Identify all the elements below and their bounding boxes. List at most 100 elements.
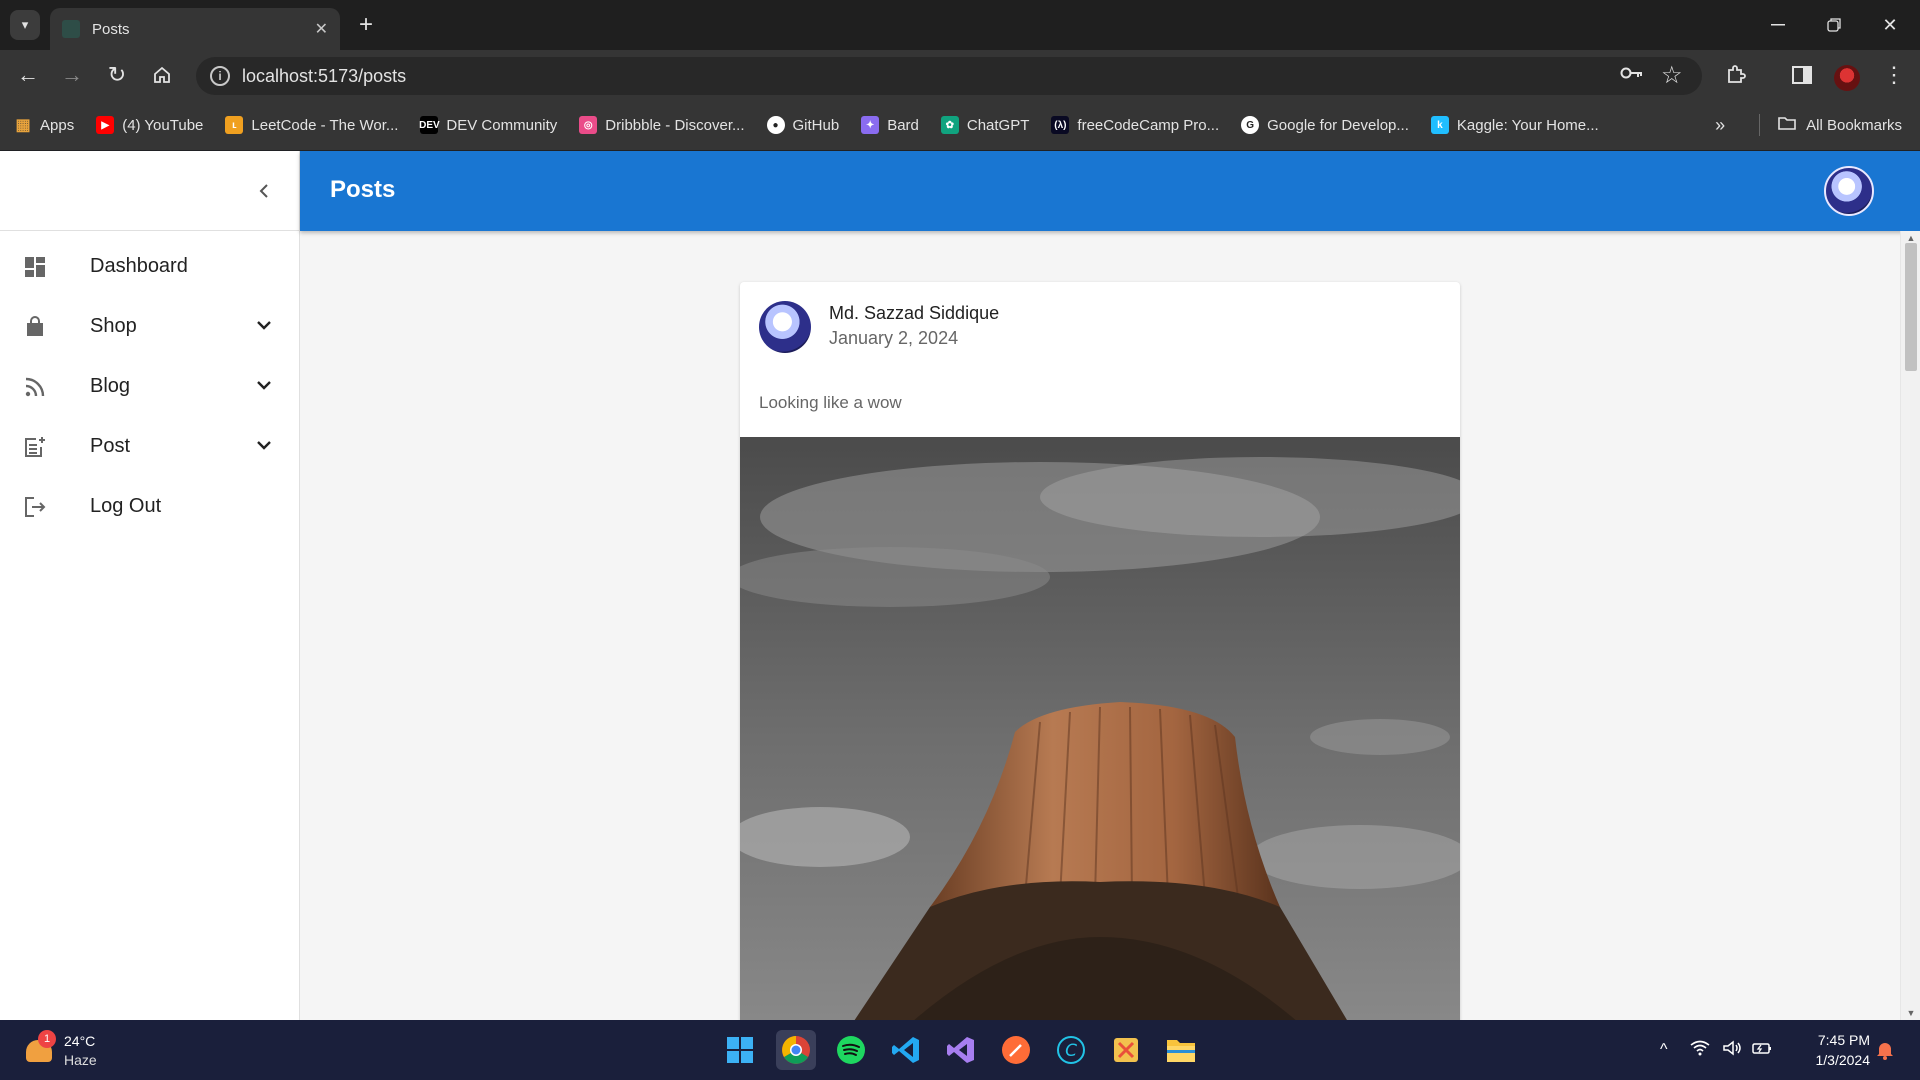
browser-toolbar: ← → ↻ i localhost:5173/posts ☆ ⋮	[0, 50, 1920, 100]
bookmark-item[interactable]: ✿ ChatGPT	[940, 116, 1029, 134]
restore-icon	[1827, 18, 1841, 32]
all-bookmarks-link[interactable]: All Bookmarks	[1806, 117, 1902, 134]
clock-date: 1/3/2024	[1815, 1052, 1871, 1068]
chevron-down-icon[interactable]	[254, 435, 274, 455]
browser-profile-avatar[interactable]	[1834, 65, 1860, 91]
user-avatar[interactable]	[1824, 166, 1874, 216]
collapse-sidebar-button[interactable]	[248, 175, 280, 207]
bookmark-item[interactable]: ✦ Bard	[861, 116, 919, 134]
scrollbar-thumb[interactable]	[1905, 243, 1917, 371]
bookmark-label: Apps	[40, 116, 75, 134]
extensions-button[interactable]	[1720, 59, 1752, 91]
sidebar-item-dashboard[interactable]: Dashboard	[0, 236, 299, 296]
taskbar-postman[interactable]	[996, 1030, 1036, 1070]
apps-grid-icon: ▦	[15, 117, 31, 134]
taskbar-file-explorer[interactable]	[1161, 1030, 1201, 1070]
sidebar-item-log-out[interactable]: Log Out	[0, 476, 299, 536]
url-text[interactable]: localhost:5173/posts	[242, 66, 406, 87]
app-bar: Posts	[300, 151, 1920, 231]
new-tab-button[interactable]: +	[352, 11, 380, 39]
tab-close-icon[interactable]: ✕	[315, 19, 328, 39]
scroll-up-icon[interactable]: ▲	[1905, 233, 1917, 243]
show-hidden-icons-chevron-icon[interactable]: ^	[1660, 1041, 1668, 1059]
c-letter-icon: C	[1057, 1036, 1085, 1064]
page-scrollbar[interactable]: ▲ ▼	[1900, 231, 1920, 1020]
bookmark-label: DEV Community	[446, 116, 558, 134]
dribbble-icon: ◎	[579, 116, 598, 134]
taskbar-vscode[interactable]	[886, 1030, 926, 1070]
post-card: Md. Sazzad Siddique January 2, 2024 Look…	[740, 282, 1460, 1020]
sidebar-item-blog[interactable]: Blog	[0, 356, 299, 416]
back-button[interactable]: ←	[12, 59, 44, 91]
start-button[interactable]	[720, 1030, 760, 1070]
bookmark-label: LeetCode - The Wor...	[251, 116, 399, 134]
taskbar-snipping-tool[interactable]	[1106, 1030, 1146, 1070]
bookmark-item[interactable]: ◎ Dribbble - Discover...	[579, 116, 745, 134]
page-title: Posts	[330, 176, 396, 203]
bookmark-item[interactable]: ● GitHub	[766, 116, 839, 134]
post-image[interactable]	[740, 437, 1460, 1020]
bookmark-item[interactable]: ʟ LeetCode - The Wor...	[225, 116, 398, 134]
snipping-tool-icon	[1114, 1038, 1138, 1062]
minimize-icon	[1771, 24, 1785, 26]
wifi-icon[interactable]	[1690, 1040, 1710, 1061]
close-window-button[interactable]: ✕	[1862, 0, 1918, 50]
divider	[1759, 114, 1761, 136]
sidebar-item-label: Dashboard	[90, 254, 188, 277]
chevron-down-icon: ▾	[21, 17, 29, 32]
sidebar-item-shop[interactable]: Shop	[0, 296, 299, 356]
battery-icon[interactable]	[1751, 1040, 1772, 1061]
sidebar: Dashboard Shop Blog Post Log Out	[0, 151, 300, 1020]
browser-menu-button[interactable]: ⋮	[1878, 59, 1910, 91]
spotify-icon	[837, 1036, 865, 1064]
site-info-icon[interactable]: i	[210, 66, 230, 86]
chevron-down-icon[interactable]	[254, 375, 274, 395]
browser-tab-posts[interactable]: Posts ✕	[50, 8, 340, 50]
home-button[interactable]	[146, 59, 178, 91]
chevron-down-icon[interactable]	[254, 315, 274, 335]
sidebar-item-post[interactable]: Post	[0, 416, 299, 476]
bookmarks-bar: ▦ Apps ▶ (4) YouTube ʟ LeetCode - The Wor... D…	[0, 100, 1920, 150]
restore-button[interactable]	[1806, 0, 1862, 50]
notification-badge: 1	[38, 1030, 56, 1048]
post-text: Looking like a wow	[759, 393, 902, 412]
bookmark-label: (4) YouTube	[122, 116, 204, 134]
taskbar-visual-studio[interactable]	[941, 1030, 981, 1070]
taskbar-spotify[interactable]	[831, 1030, 871, 1070]
notifications-button[interactable]	[1876, 1020, 1894, 1080]
bookmark-item[interactable]: k Kaggle: Your Home...	[1430, 116, 1599, 134]
post-author[interactable]: Md. Sazzad Siddique	[829, 303, 999, 324]
author-avatar[interactable]	[759, 301, 811, 353]
clock-time: 7:45 PM	[1817, 1032, 1870, 1048]
github-icon: ●	[766, 116, 785, 134]
forward-button[interactable]: →	[56, 59, 88, 91]
freecodecamp-icon: (λ)	[1051, 116, 1070, 134]
minimize-button[interactable]	[1750, 0, 1806, 50]
reload-button[interactable]: ↻	[101, 59, 133, 91]
more-bookmarks-icon[interactable]: »	[1715, 115, 1725, 136]
scroll-down-icon[interactable]: ▼	[1905, 1008, 1917, 1018]
volume-icon[interactable]	[1722, 1039, 1742, 1061]
bookmark-label: Bard	[887, 116, 919, 134]
leetcode-icon: ʟ	[225, 116, 244, 134]
dev-icon: DEV	[419, 116, 440, 134]
windows-logo-icon	[727, 1037, 753, 1063]
bookmark-item[interactable]: ▦ Apps	[14, 116, 75, 135]
side-panel-button[interactable]	[1786, 59, 1818, 91]
bookmark-label: freeCodeCamp Pro...	[1077, 116, 1220, 134]
bookmark-item[interactable]: DEV DEV Community	[419, 116, 558, 134]
bookmark-star-icon[interactable]: ☆	[1661, 61, 1683, 90]
system-clock[interactable]: 7:45 PM 1/3/2024	[1800, 1030, 1871, 1070]
arrow-left-icon: ←	[17, 62, 39, 87]
bookmark-item[interactable]: ▶ (4) YouTube	[96, 116, 203, 134]
address-bar[interactable]: i localhost:5173/posts	[196, 57, 1702, 95]
tab-search-button[interactable]: ▾	[10, 10, 40, 40]
system-tray: ^	[1660, 1020, 1772, 1080]
taskbar-chrome[interactable]	[776, 1030, 816, 1070]
bookmark-item[interactable]: (λ) freeCodeCamp Pro...	[1051, 116, 1219, 134]
taskbar-c-app[interactable]: C	[1051, 1030, 1091, 1070]
bookmarks-right: » All Bookmarks	[1715, 100, 1902, 150]
bookmark-item[interactable]: G Google for Develop...	[1241, 116, 1409, 134]
password-key-icon[interactable]	[1620, 64, 1644, 87]
weather-widget[interactable]: 1 24°C Haze	[22, 1030, 142, 1072]
